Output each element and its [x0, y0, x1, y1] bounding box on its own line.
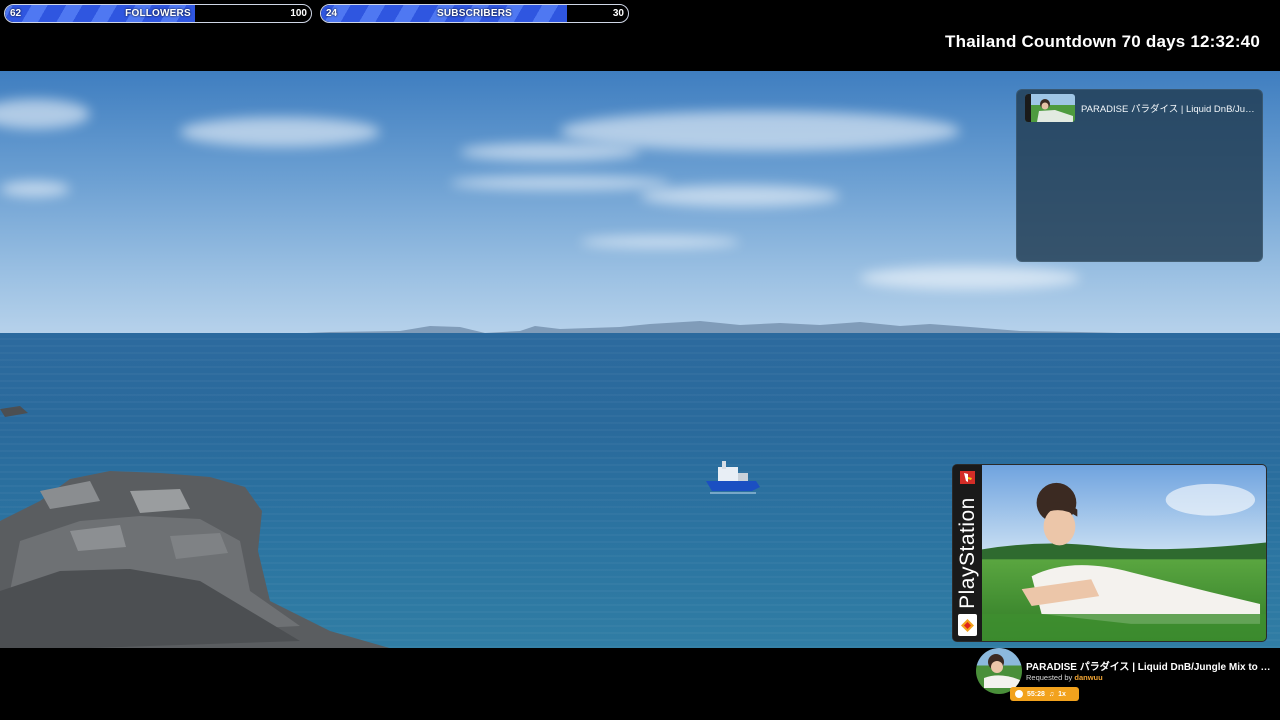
- boat: [706, 461, 760, 494]
- album-thumbnail-icon: [1025, 94, 1075, 122]
- now-playing-title: PARADISE パラダイス | Liquid DnB/Jungle Mix t…: [1026, 662, 1272, 673]
- queue-count: 1x: [1058, 690, 1066, 698]
- clock-icon: [1015, 690, 1023, 698]
- breakwater-rocks: [0, 406, 390, 648]
- song-duration: 55:28: [1027, 690, 1045, 698]
- requested-by-label: Requested by: [1026, 673, 1073, 682]
- requester-username: danwuu: [1074, 673, 1103, 682]
- sony-badge-icon: [958, 614, 977, 636]
- song-queue-panel: PARADISE パラダイス | Liquid DnB/Jungle Mix t…: [1016, 89, 1263, 262]
- playstation-spine: PlayStation: [953, 465, 982, 641]
- album-art-card: PlayStation: [952, 464, 1267, 642]
- followers-label: FOLLOWERS: [125, 8, 191, 19]
- now-playing-info-pill: 55:28 ♫ 1x: [1010, 687, 1079, 701]
- album-cover-art: [982, 465, 1266, 641]
- followers-goal-bar: 62 FOLLOWERS 100: [4, 4, 312, 23]
- subscribers-goal-bar: 24 SUBSCRIBERS 30: [320, 4, 629, 23]
- subscribers-label: SUBSCRIBERS: [437, 8, 512, 19]
- queue-song-title: PARADISE パラダイス | Liquid DnB/Jungle Mix t…: [1081, 104, 1257, 115]
- playstation-spine-text: PlayStation: [956, 497, 979, 609]
- followers-target: 100: [290, 8, 307, 19]
- now-playing-requester: Requested by danwuu: [1026, 673, 1103, 682]
- playstation-logo-icon: [960, 471, 975, 484]
- music-note-icon: ♫: [1048, 690, 1055, 698]
- countdown-text: Thailand Countdown 70 days 12:32:40: [945, 32, 1260, 51]
- subscribers-target: 30: [612, 8, 624, 19]
